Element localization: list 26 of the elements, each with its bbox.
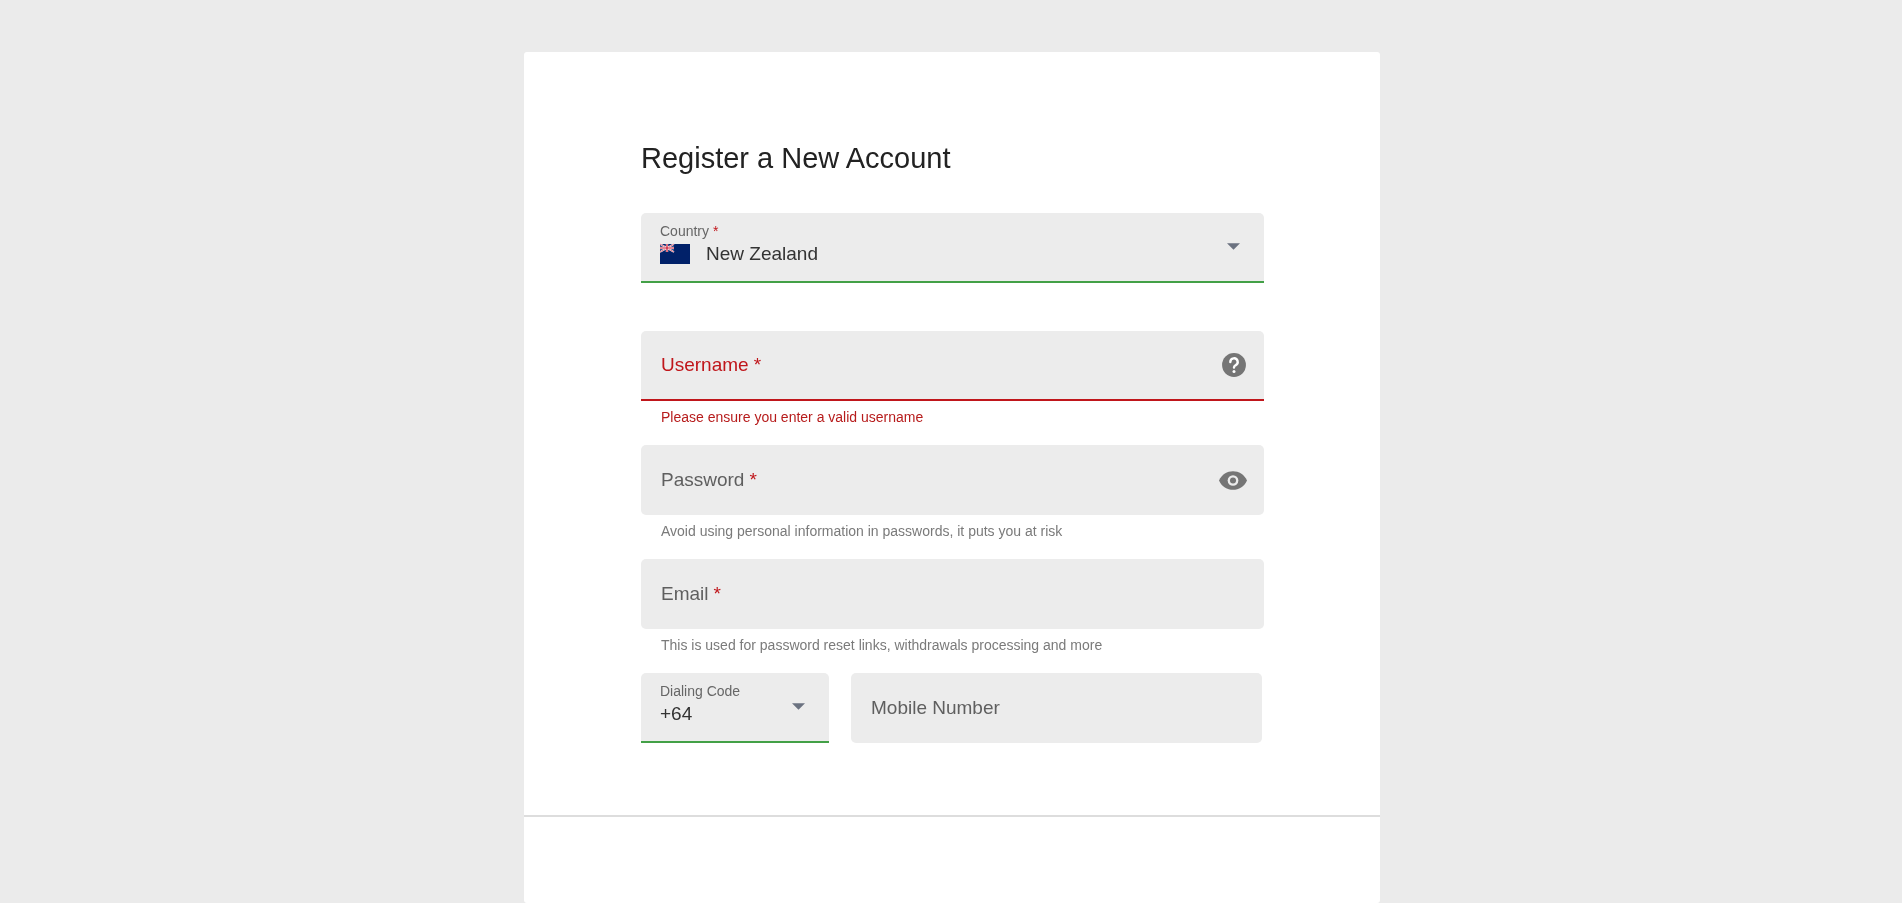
caret-icon (1227, 243, 1240, 250)
selected-code: +64 (660, 703, 693, 725)
required-mark: * (713, 583, 721, 605)
helper-text: Please ensure you enter a valid username (661, 409, 925, 425)
dialing-code-select[interactable]: Dialing Code +64 (641, 673, 829, 743)
text-field[interactable]: Email * (641, 559, 1264, 629)
field-label: Username (661, 354, 749, 376)
required-mark: * (713, 223, 719, 239)
eye-icon[interactable] (1219, 470, 1247, 490)
text-field[interactable]: Password * (641, 445, 1264, 515)
required-mark: * (753, 354, 762, 376)
help-icon[interactable] (1221, 352, 1247, 378)
required-mark: * (749, 469, 757, 491)
mobile-number-field[interactable]: Mobile Number (851, 673, 1262, 743)
helper-text: Avoid using personal information in passwords, it puts you at risk (661, 523, 1064, 539)
text-field[interactable]: Username * (641, 331, 1264, 401)
field-label: Country (660, 223, 710, 239)
field-label: Password (661, 469, 745, 491)
page-title: Register a New Account (641, 141, 951, 175)
flag-icon (660, 243, 690, 265)
caret-icon (792, 703, 805, 710)
field-label: Dialing Code (660, 683, 741, 699)
selected-country: New Zealand (706, 243, 818, 265)
helper-text: This is used for password reset links, withdrawals processing and more (661, 637, 1104, 653)
country-select[interactable]: Country * New Zealand (641, 213, 1264, 283)
field-label: Email (661, 583, 709, 605)
